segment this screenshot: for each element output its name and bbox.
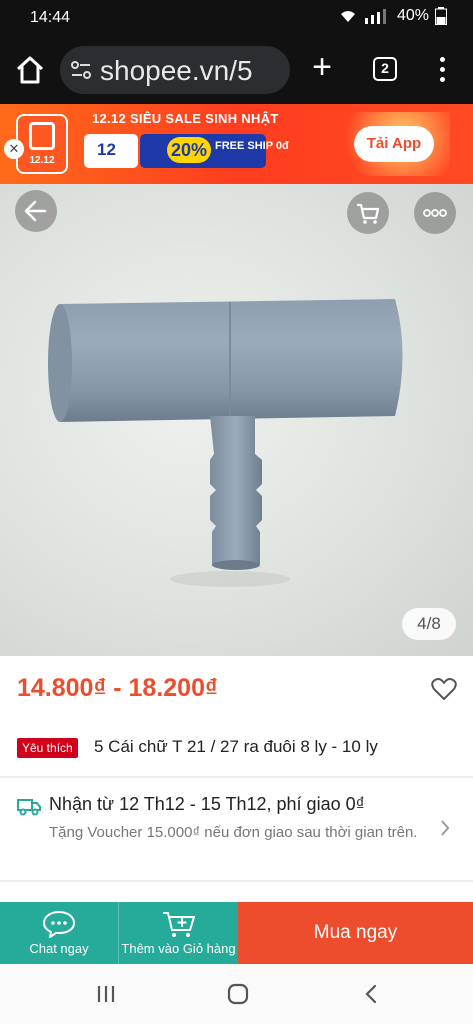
home-icon[interactable]: [14, 54, 46, 86]
arrow-left-icon: [24, 200, 47, 222]
product-price: 14.800₫ - 18.200₫: [17, 674, 218, 702]
download-app-button[interactable]: Tải App: [354, 126, 434, 162]
truck-icon: [17, 799, 41, 816]
back-nav-icon[interactable]: [364, 984, 378, 1004]
favorite-badge: Yêu thích: [17, 738, 78, 758]
add-to-cart-label: Thêm vào Giỏ hàng: [121, 941, 236, 956]
promo-card-value-1: 12: [97, 140, 116, 159]
back-button[interactable]: [15, 190, 57, 232]
recent-apps-icon[interactable]: [96, 984, 116, 1004]
shopee-logo: 12.12: [16, 114, 68, 174]
price-section: 14.800₫ - 18.200₫: [0, 656, 473, 724]
more-button[interactable]: [414, 192, 456, 234]
android-nav-bar: [0, 964, 473, 1024]
product-title: 5 Cái chữ T 21 / 27 ra đuôi 8 ly - 10 ly: [94, 737, 378, 756]
logo-text: 12.12: [29, 155, 55, 166]
ellipsis-icon: [423, 209, 447, 217]
browser-toolbar: shopee.vn/5 + 2: [0, 36, 473, 104]
home-nav-icon[interactable]: [227, 983, 249, 1005]
site-settings-icon[interactable]: [70, 60, 92, 80]
promo-card-value-3: FREE SHIP 0đ: [215, 140, 289, 152]
buy-now-button[interactable]: Mua ngay: [238, 902, 473, 964]
product-photo: [48, 299, 403, 587]
chat-now-button[interactable]: Chat ngay: [0, 902, 118, 964]
add-cart-icon: [162, 912, 195, 937]
image-counter: 4/8: [402, 608, 456, 640]
promo-title: 12.12 SIÊU SALE SINH NHẬT: [92, 111, 279, 126]
chat-now-label: Chat ngay: [29, 941, 89, 956]
promo-banner[interactable]: 12.12 ✕ 12.12 SIÊU SALE SINH NHẬT 12 20%…: [0, 104, 473, 184]
battery-text: 40%: [396, 7, 429, 24]
more-options-icon[interactable]: [432, 54, 452, 86]
next-section-peek: [0, 882, 473, 902]
add-to-cart-button[interactable]: Thêm vào Giỏ hàng: [118, 902, 238, 964]
battery-icon: [435, 7, 447, 25]
cart-button[interactable]: [347, 192, 389, 234]
shipping-title: Nhận từ 12 Th12 - 15 Th12, phí giao 0₫: [49, 794, 365, 814]
url-text[interactable]: shopee.vn/5: [100, 55, 253, 87]
status-icons: 40%: [339, 7, 447, 25]
wifi-icon: [340, 11, 355, 22]
cart-icon: [357, 203, 380, 224]
shipping-section[interactable]: Nhận từ 12 Th12 - 15 Th12, phí giao 0₫ T…: [0, 778, 473, 882]
product-title-section: Yêu thích 5 Cái chữ T 21 / 27 ra đuôi 8 …: [0, 724, 473, 776]
tab-switcher-button[interactable]: 2: [373, 57, 397, 81]
status-bar: 14:44 40%: [0, 0, 473, 36]
chat-icon: [42, 910, 76, 938]
action-bar: Chat ngay Thêm vào Giỏ hàng Mua ngay: [0, 902, 473, 964]
close-icon[interactable]: ✕: [4, 139, 24, 159]
shipping-subtitle: Tặng Voucher 15.000₫ nếu đơn giao sau th…: [49, 824, 418, 841]
chevron-right-icon[interactable]: [439, 818, 451, 838]
product-image-gallery[interactable]: 4/8: [0, 184, 473, 656]
promo-card-value-2: 20%: [167, 137, 211, 163]
address-bar[interactable]: shopee.vn/5: [60, 46, 290, 94]
signal-icon: [364, 9, 386, 24]
new-tab-icon[interactable]: +: [305, 50, 339, 84]
heart-icon[interactable]: [431, 677, 457, 701]
status-time: 14:44: [30, 9, 71, 26]
